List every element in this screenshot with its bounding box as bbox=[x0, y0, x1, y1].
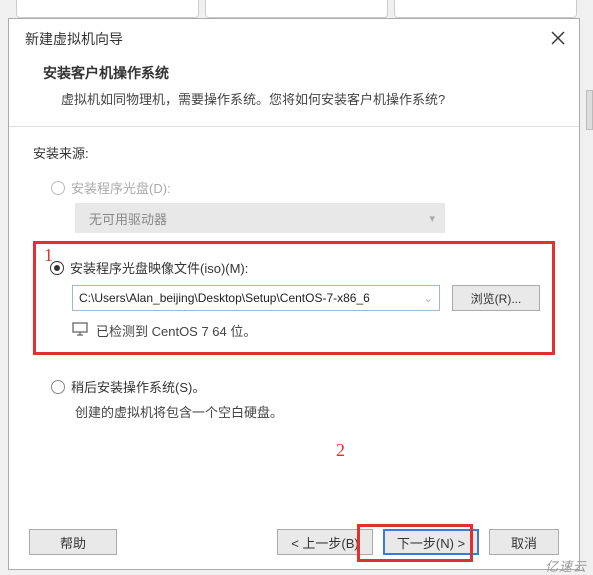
cancel-button[interactable]: 取消 bbox=[489, 529, 559, 555]
background-tabs bbox=[0, 0, 593, 18]
chevron-down-icon: ▾ bbox=[429, 212, 435, 225]
annotation-number-2: 2 bbox=[336, 440, 345, 461]
radio-install-later[interactable] bbox=[51, 380, 65, 394]
option-installer-disc-label: 安装程序光盘(D): bbox=[71, 178, 171, 197]
radio-installer-disc bbox=[51, 181, 65, 195]
next-button[interactable]: 下一步(N) > bbox=[383, 529, 479, 555]
watermark: 亿速云 bbox=[545, 556, 587, 575]
wizard-footer: 帮助 < 上一步(B) 下一步(N) > 取消 bbox=[9, 516, 579, 569]
chevron-down-icon[interactable]: ⌄ bbox=[424, 292, 433, 305]
option-iso-label: 安装程序光盘映像文件(iso)(M): bbox=[70, 258, 248, 277]
back-button[interactable]: < 上一步(B) bbox=[277, 529, 373, 555]
option-installer-disc: 安装程序光盘(D): 无可用驱动器 ▾ bbox=[51, 178, 555, 233]
wizard-header: 安装客户机操作系统 虚拟机如同物理机，需要操作系统。您将如何安装客户机操作系统? bbox=[9, 59, 579, 127]
os-detected-row: 已检测到 CentOS 7 64 位。 bbox=[72, 321, 540, 340]
wizard-content: 安装来源: 安装程序光盘(D): 无可用驱动器 ▾ 安装程序光盘映像文件(iso… bbox=[9, 127, 579, 516]
close-button[interactable] bbox=[551, 31, 565, 48]
annotation-highlight-box-1: 安装程序光盘映像文件(iso)(M): C:\Users\Alan_beijin… bbox=[33, 241, 555, 355]
header-title: 安装客户机操作系统 bbox=[43, 63, 545, 83]
install-source-label: 安装来源: bbox=[33, 143, 555, 162]
option-install-later-label: 稍后安装操作系统(S)。 bbox=[71, 377, 205, 396]
install-later-sub: 创建的虚拟机将包含一个空白硬盘。 bbox=[75, 402, 555, 421]
titlebar: 新建虚拟机向导 bbox=[9, 19, 579, 59]
dialog-title: 新建虚拟机向导 bbox=[25, 29, 123, 49]
option-install-later: 稍后安装操作系统(S)。 创建的虚拟机将包含一个空白硬盘。 bbox=[51, 377, 555, 421]
new-vm-wizard-dialog: 新建虚拟机向导 安装客户机操作系统 虚拟机如同物理机，需要操作系统。您将如何安装… bbox=[8, 18, 580, 570]
iso-path-value: C:\Users\Alan_beijing\Desktop\Setup\Cent… bbox=[79, 291, 370, 305]
iso-path-input[interactable]: C:\Users\Alan_beijing\Desktop\Setup\Cent… bbox=[72, 285, 440, 311]
browse-button[interactable]: 浏览(R)... bbox=[452, 285, 540, 311]
monitor-icon bbox=[72, 322, 88, 339]
help-button[interactable]: 帮助 bbox=[29, 529, 117, 555]
drive-select-value: 无可用驱动器 bbox=[89, 209, 167, 228]
background-scroll-fragment bbox=[586, 90, 593, 130]
header-subtitle: 虚拟机如同物理机，需要操作系统。您将如何安装客户机操作系统? bbox=[43, 89, 545, 108]
annotation-number-1: 1 bbox=[44, 245, 53, 266]
os-detected-text: 已检测到 CentOS 7 64 位。 bbox=[96, 321, 256, 340]
drive-select: 无可用驱动器 ▾ bbox=[75, 203, 445, 233]
close-icon bbox=[551, 31, 565, 45]
